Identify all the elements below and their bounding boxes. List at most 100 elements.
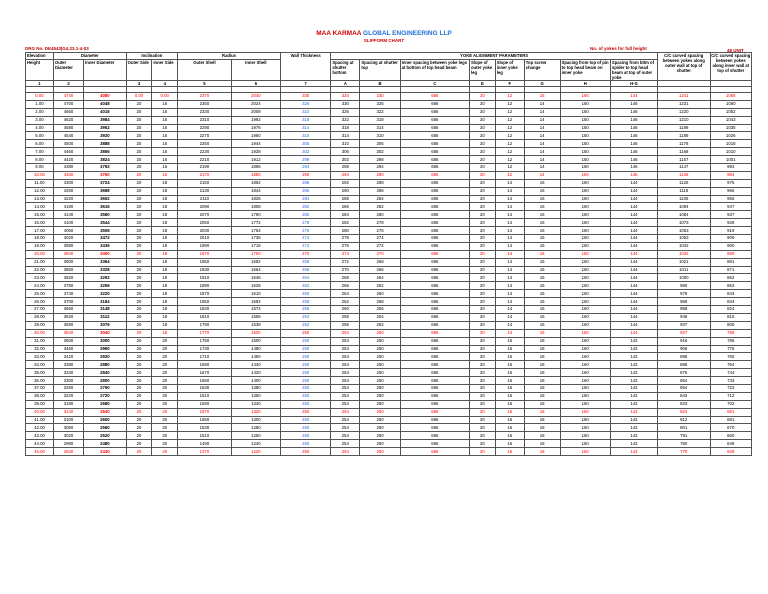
table-cell: 160	[559, 139, 611, 149]
table-cell: 2560	[83, 423, 127, 433]
table-cell: 18	[151, 289, 179, 299]
hdr-cc-outer: C/C curved spacing between yokes along o…	[656, 52, 711, 81]
table-cell: 4180	[52, 202, 85, 212]
table-cell: 900	[709, 241, 753, 251]
table-cell: 20	[469, 297, 496, 307]
table-cell: 686	[399, 360, 471, 370]
table-cell: 20	[469, 163, 496, 172]
table-cell: 18	[151, 273, 179, 283]
table-cell: 1220	[230, 447, 281, 456]
table-cell: 254	[330, 376, 361, 385]
table-cell: 302	[279, 147, 332, 157]
table-cell: 146	[609, 139, 658, 149]
table-cell: 4060	[52, 226, 85, 236]
table-cell: 649	[709, 439, 753, 449]
table-cell: 39.00	[25, 399, 54, 409]
table-cell: 3300	[52, 376, 85, 385]
table-cell: 18	[523, 376, 561, 385]
table-cell: 20	[469, 336, 496, 346]
table-cell: 1976	[230, 123, 281, 133]
table-cell: 20	[469, 265, 496, 275]
table-cell: 691	[709, 407, 753, 417]
table-cell: 20	[125, 226, 153, 236]
table-cell: 20	[469, 312, 496, 322]
table-cell: 16	[523, 241, 561, 251]
table-cell: 686	[399, 305, 471, 314]
table-cell: 1094	[656, 202, 711, 212]
table-cell: 1790	[177, 320, 232, 330]
table-cell: 686	[399, 257, 471, 267]
table-cell: 948	[656, 312, 711, 322]
table-cell: 3952	[83, 123, 127, 133]
table-cell: 314	[279, 123, 332, 133]
table-cell: 864	[656, 376, 711, 385]
table-cell: 822	[656, 407, 711, 417]
table-cell: 322	[330, 115, 361, 125]
table-cell: 16	[523, 305, 561, 314]
table-cell: 834	[709, 297, 753, 307]
table-cell: 20	[151, 360, 179, 370]
table-cell: 20	[469, 202, 496, 212]
table-cell: 4100	[52, 218, 85, 228]
table-cell: 20	[469, 407, 496, 417]
table-cell: 142	[609, 447, 658, 456]
table-cell: 18	[151, 328, 179, 338]
table-cell: 3824	[83, 155, 127, 165]
table-cell: 843	[656, 391, 711, 401]
table-cell: 686	[399, 234, 471, 243]
table-cell: 1750	[177, 336, 232, 346]
table-cell: 14	[523, 107, 561, 117]
table-cell: 3980	[52, 241, 85, 251]
table-cell: 1970	[177, 249, 232, 259]
table-cell: 1210	[656, 115, 711, 125]
table-cell: 14	[494, 186, 525, 196]
table-cell: 1690	[177, 360, 232, 370]
table-cell: 18	[151, 305, 179, 314]
table-cell: 2310	[177, 115, 232, 125]
table-cell: 286	[279, 186, 332, 196]
table-cell: 686	[399, 131, 471, 141]
table-row: 39.00 3180 2680 20 20 1590 1340 250 254 250 686 20 1…	[25, 399, 753, 409]
table-cell: 144	[609, 194, 658, 204]
table-cell: 20	[125, 249, 153, 259]
table-cell: 14	[523, 123, 561, 133]
table-cell: 6.00	[25, 139, 54, 149]
table-cell: 18	[151, 257, 179, 267]
table-cell: 4220	[52, 194, 85, 204]
table-cell: 1736	[230, 234, 281, 243]
table-cell: 284	[330, 210, 361, 220]
table-cell: 250	[279, 368, 332, 378]
table-row: 19.00 3980 3436 20 18 1990 1718 272 276 272 686 20 1…	[25, 241, 753, 251]
table-cell: 142	[609, 431, 658, 441]
table-cell: 18	[523, 407, 561, 417]
table-cell: 20	[469, 155, 496, 165]
table-row: 28.00 3620 3112 20 18 1810 1556 254 258 254 686 20 1…	[25, 312, 753, 322]
table-cell: 712	[709, 391, 753, 401]
table-cell: 14	[523, 115, 561, 125]
company-name: MAA KARMAA	[316, 30, 362, 37]
table-cell: 686	[399, 431, 471, 441]
table-cell: 272	[359, 241, 401, 251]
table-cell: 146	[609, 123, 658, 133]
table-cell: 1300	[230, 415, 281, 425]
table-cell: 3984	[83, 115, 127, 125]
table-cell: 20	[125, 241, 153, 251]
table-cell: 14	[523, 139, 561, 149]
table-cell: 2520	[83, 431, 127, 441]
table-cell: 686	[399, 312, 471, 322]
table-cell: 686	[399, 202, 471, 212]
table-cell: 250	[279, 399, 332, 409]
table-cell: 686	[399, 281, 471, 291]
table-cell: 885	[656, 360, 711, 370]
table-cell: 3940	[52, 249, 85, 259]
table-cell: 686	[399, 423, 471, 433]
table-cell: 20	[469, 92, 496, 101]
table-cell: 686	[399, 376, 471, 385]
table-cell: 16	[523, 194, 561, 204]
table-cell: 9.00	[25, 163, 54, 172]
table-cell: 686	[399, 407, 471, 417]
table-cell: 254	[330, 344, 361, 354]
table-cell: 250	[279, 423, 332, 433]
table-cell: 4260	[52, 186, 85, 196]
table-cell: 1862	[230, 178, 281, 188]
